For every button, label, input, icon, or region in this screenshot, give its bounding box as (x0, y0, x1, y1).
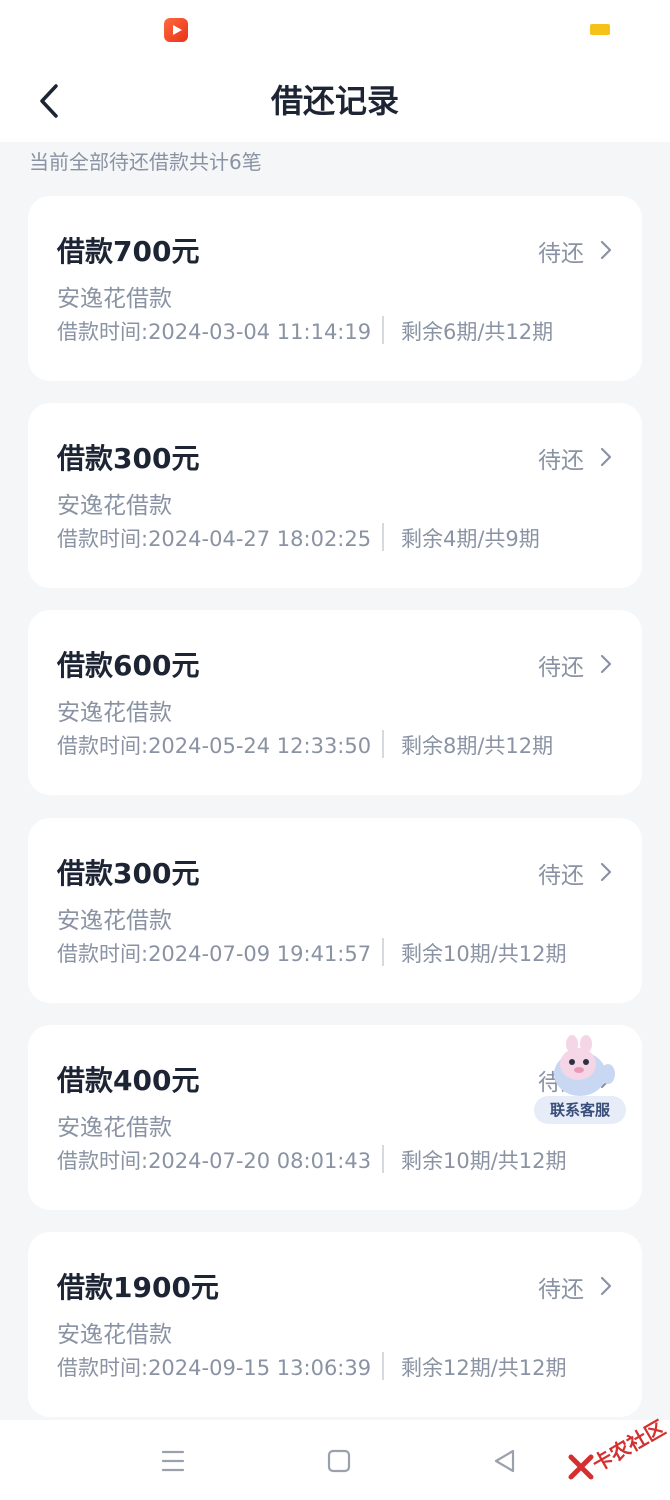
loan-card[interactable]: 借款300元 待还 安逸花借款 借款时间:2024-04-27 18:02:25… (28, 403, 642, 588)
loan-periods: 剩余8期/共12期 (401, 734, 554, 758)
status-bar (0, 0, 670, 60)
top-nav-bar: 借还记录 (0, 60, 670, 142)
loan-time: 借款时间:2024-09-15 13:06:39 (57, 1356, 372, 1380)
chevron-right-icon (600, 862, 612, 882)
contact-service-label: 联系客服 (534, 1096, 626, 1124)
back-button[interactable] (30, 78, 74, 124)
menu-button[interactable] (158, 1446, 188, 1476)
home-button[interactable] (324, 1446, 354, 1476)
watermark: 卡农社区 (566, 1408, 669, 1488)
loan-amount: 借款400元 (57, 1064, 200, 1097)
loan-product: 安逸花借款 (57, 908, 172, 934)
loan-status: 待还 (538, 655, 584, 681)
loan-time: 借款时间:2024-04-27 18:02:25 (57, 527, 372, 551)
chevron-right-icon (600, 1276, 612, 1296)
loan-summary: 当前全部待还借款共计6笔 (29, 150, 262, 174)
chevron-right-icon (600, 654, 612, 674)
loan-product: 安逸花借款 (57, 286, 172, 312)
loan-periods: 剩余12期/共12期 (401, 1356, 567, 1380)
mascot-icon (554, 1035, 615, 1096)
battery-icon (590, 24, 610, 35)
watermark-text: 卡农社区 (588, 1415, 670, 1477)
loan-product: 安逸花借款 (57, 700, 172, 726)
menu-icon (161, 1450, 185, 1472)
loan-status: 待还 (538, 448, 584, 474)
divider (382, 1352, 384, 1380)
home-square-icon (327, 1449, 351, 1473)
divider (382, 523, 384, 551)
divider (382, 316, 384, 344)
loan-product: 安逸花借款 (57, 1115, 172, 1141)
page-title: 借还记录 (270, 82, 399, 120)
loan-product: 安逸花借款 (57, 1322, 172, 1348)
divider (382, 938, 384, 966)
loan-time: 借款时间:2024-07-09 19:41:57 (57, 942, 372, 966)
loan-card[interactable]: 借款1900元 待还 安逸花借款 借款时间:2024-09-15 13:06:3… (28, 1232, 642, 1417)
loan-amount: 借款600元 (57, 649, 200, 682)
contact-service-button[interactable]: 联系客服 (534, 1034, 626, 1128)
loan-card[interactable]: 借款700元 待还 安逸花借款 借款时间:2024-03-04 11:14:19… (28, 196, 642, 381)
loan-amount: 借款1900元 (57, 1271, 219, 1304)
loan-status: 待还 (538, 863, 584, 889)
loan-periods: 剩余10期/共12期 (401, 942, 567, 966)
loan-periods: 剩余6期/共12期 (401, 320, 554, 344)
loan-card[interactable]: 借款300元 待还 安逸花借款 借款时间:2024-07-09 19:41:57… (28, 818, 642, 1003)
loan-product: 安逸花借款 (57, 493, 172, 519)
loan-amount: 借款300元 (57, 442, 200, 475)
loan-periods: 剩余4期/共9期 (401, 527, 540, 551)
loan-time: 借款时间:2024-03-04 11:14:19 (57, 320, 372, 344)
loan-amount: 借款300元 (57, 857, 200, 890)
loan-status: 待还 (538, 1277, 584, 1303)
divider (382, 1145, 384, 1173)
loan-status: 待还 (538, 241, 584, 267)
chevron-right-icon (600, 240, 612, 260)
loan-amount: 借款700元 (57, 235, 200, 268)
video-app-icon (164, 18, 188, 42)
loan-periods: 剩余10期/共12期 (401, 1149, 567, 1173)
loan-time: 借款时间:2024-05-24 12:33:50 (57, 734, 372, 758)
chevron-right-icon (600, 447, 612, 467)
loan-card[interactable]: 借款600元 待还 安逸花借款 借款时间:2024-05-24 12:33:50… (28, 610, 642, 795)
back-triangle-icon (494, 1449, 515, 1473)
system-back-button[interactable] (490, 1446, 520, 1476)
divider (382, 730, 384, 758)
loan-time: 借款时间:2024-07-20 08:01:43 (57, 1149, 372, 1173)
chevron-left-icon (40, 84, 58, 118)
